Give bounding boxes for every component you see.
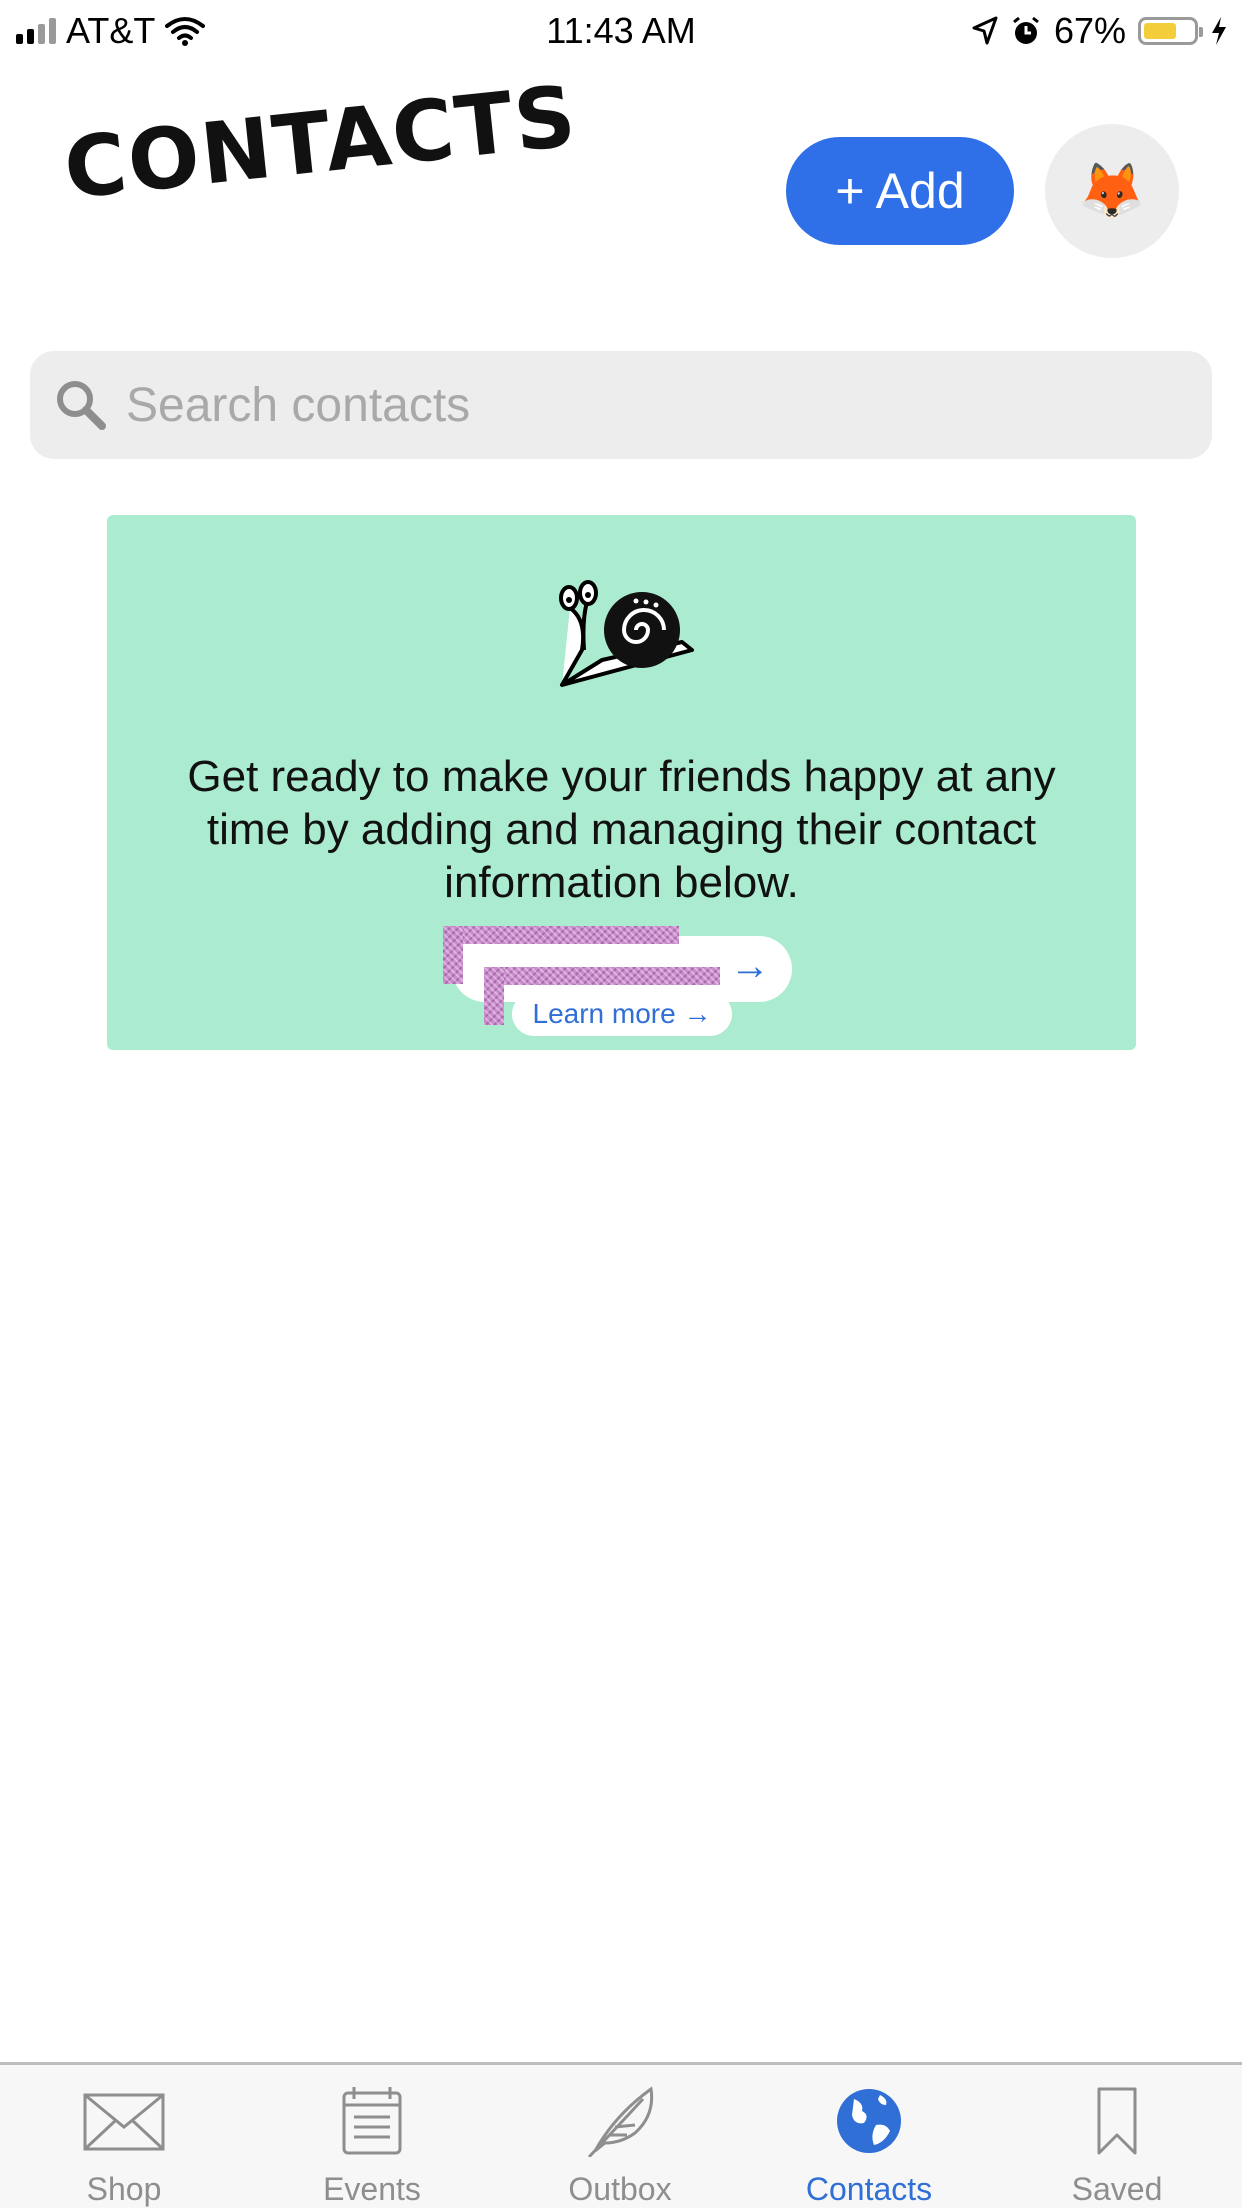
arrow-right-icon: → — [730, 944, 770, 988]
promo-card: Get ready to make your friends happy at … — [107, 515, 1136, 1050]
render-artifact — [484, 967, 504, 1025]
search-icon — [57, 381, 106, 430]
promo-description: Get ready to make your friends happy at … — [187, 752, 1056, 907]
tab-outbox[interactable]: Outbox — [496, 2065, 744, 2208]
render-artifact — [443, 926, 679, 944]
page-title: CONTACTS — [59, 66, 582, 218]
globe-icon — [837, 2089, 901, 2153]
location-icon — [972, 16, 998, 45]
battery-icon — [1138, 17, 1203, 45]
status-right: 67% — [970, 10, 1228, 52]
battery-percent: 67% — [1053, 10, 1126, 51]
bookmark-icon — [1097, 2087, 1137, 2155]
tab-label: Saved — [1071, 2171, 1163, 2207]
tab-label: Events — [323, 2171, 421, 2207]
search-bar[interactable] — [30, 351, 1212, 459]
tab-label: Shop — [86, 2171, 162, 2207]
tab-label: Outbox — [568, 2171, 672, 2207]
tab-shop[interactable]: Shop — [0, 2065, 248, 2208]
alarm-icon — [1013, 16, 1039, 44]
snail-icon — [559, 580, 694, 687]
tab-contacts[interactable]: Contacts — [745, 2065, 993, 2208]
render-artifact — [443, 926, 463, 984]
envelope-icon — [83, 2093, 165, 2151]
avatar[interactable]: 🦊 — [1045, 124, 1179, 258]
tab-saved[interactable]: Saved — [993, 2065, 1241, 2208]
feather-icon — [587, 2086, 654, 2157]
search-input[interactable] — [124, 376, 1178, 434]
learn-more-button[interactable]: Learn more → — [512, 992, 732, 1036]
tab-label: Contacts — [805, 2171, 933, 2207]
tab-events[interactable]: Events — [248, 2065, 496, 2208]
calendar-icon — [342, 2087, 402, 2155]
battery-fill — [1144, 23, 1177, 39]
status-bar: AT&T 11:43 AM 67% — [0, 0, 1242, 60]
fox-avatar-icon: 🦊 — [1078, 160, 1146, 221]
add-contact-button[interactable]: + Add — [786, 137, 1014, 245]
charging-icon — [1212, 17, 1226, 45]
render-artifact — [484, 967, 720, 985]
tab-bar: Shop Events Outbox Contacts Saved — [0, 2062, 1242, 2208]
